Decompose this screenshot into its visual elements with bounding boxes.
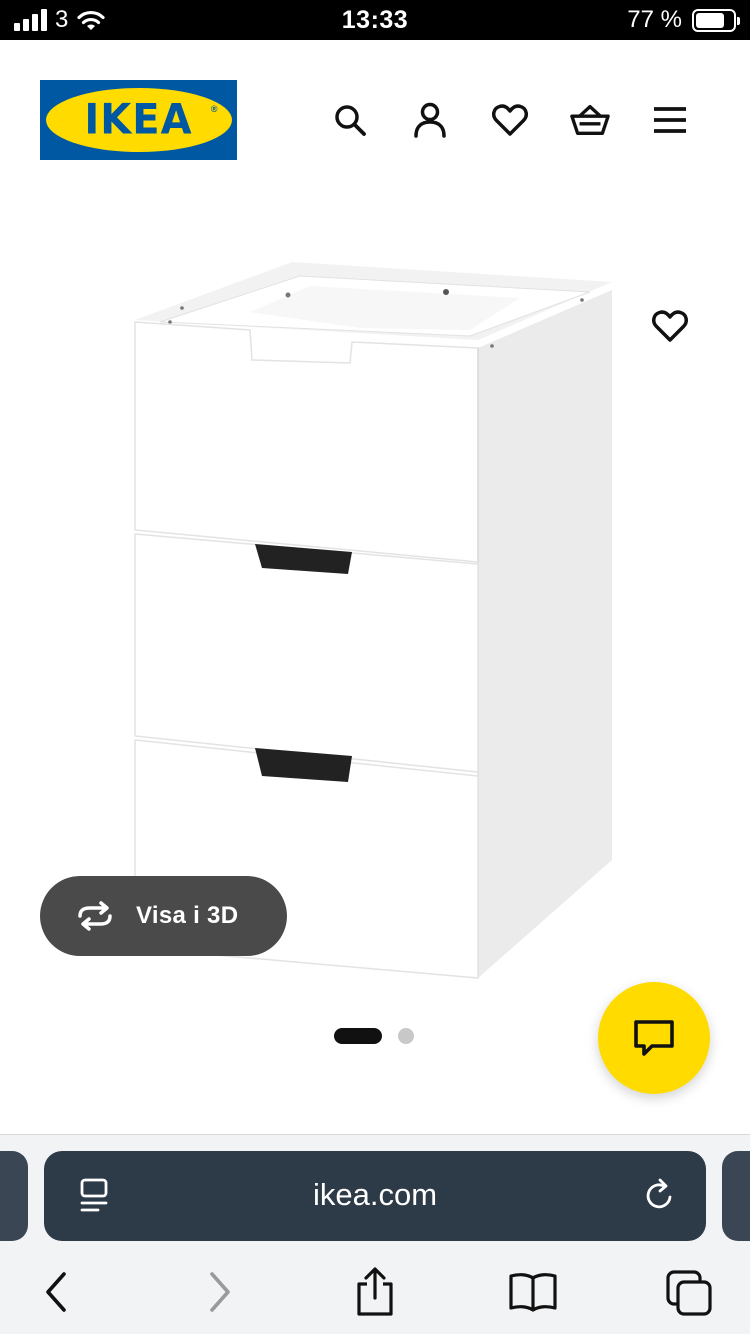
site-header: IKEA ® [0, 40, 750, 200]
user-icon[interactable] [410, 100, 450, 140]
status-bar: 3 13:33 77 % [0, 0, 750, 40]
tabs-button[interactable] [664, 1267, 714, 1317]
share-icon [357, 1267, 393, 1316]
pagination-dot[interactable] [398, 1028, 414, 1044]
reload-icon[interactable] [642, 1177, 678, 1215]
registered-mark: ® [210, 104, 218, 114]
previous-tab-preview[interactable] [0, 1151, 28, 1241]
battery-percent: 77 % [627, 6, 682, 33]
ikea-logo[interactable]: IKEA ® [40, 80, 237, 160]
next-tab-preview[interactable] [722, 1151, 750, 1241]
heart-icon[interactable] [490, 100, 530, 140]
image-pagination [334, 1028, 414, 1044]
add-to-favourites-button[interactable] [648, 304, 692, 348]
url-text: ikea.com [312, 1177, 438, 1212]
pagination-dot-active[interactable] [334, 1028, 382, 1044]
rotate-3d-icon [78, 901, 112, 931]
heart-icon [652, 310, 688, 342]
search-icon[interactable] [330, 100, 370, 140]
address-bar[interactable]: ikea.com [44, 1151, 706, 1241]
logo-text: IKEA [84, 95, 193, 145]
chat-icon [634, 1020, 674, 1056]
chest-of-drawers-image [134, 262, 612, 979]
share-button[interactable] [350, 1267, 400, 1317]
battery-icon [692, 8, 740, 32]
chevron-left-icon [46, 1272, 66, 1312]
book-icon [509, 1273, 557, 1312]
back-button[interactable] [32, 1267, 82, 1317]
status-right: 77 % [627, 6, 740, 34]
logo-oval: IKEA ® [45, 88, 232, 152]
basket-icon[interactable] [570, 100, 610, 140]
menu-icon[interactable] [650, 100, 690, 140]
view-in-3d-label: Visa i 3D [136, 902, 239, 929]
forward-button[interactable] [194, 1267, 244, 1317]
chevron-right-icon [210, 1272, 230, 1312]
chat-button[interactable] [598, 982, 710, 1094]
tabs-icon [666, 1270, 712, 1316]
view-in-3d-button[interactable]: Visa i 3D [40, 876, 287, 956]
browser-toolbar: ikea.com [0, 1134, 750, 1334]
bookmarks-button[interactable] [508, 1267, 558, 1317]
product-gallery[interactable]: Visa i 3D [0, 200, 750, 1100]
